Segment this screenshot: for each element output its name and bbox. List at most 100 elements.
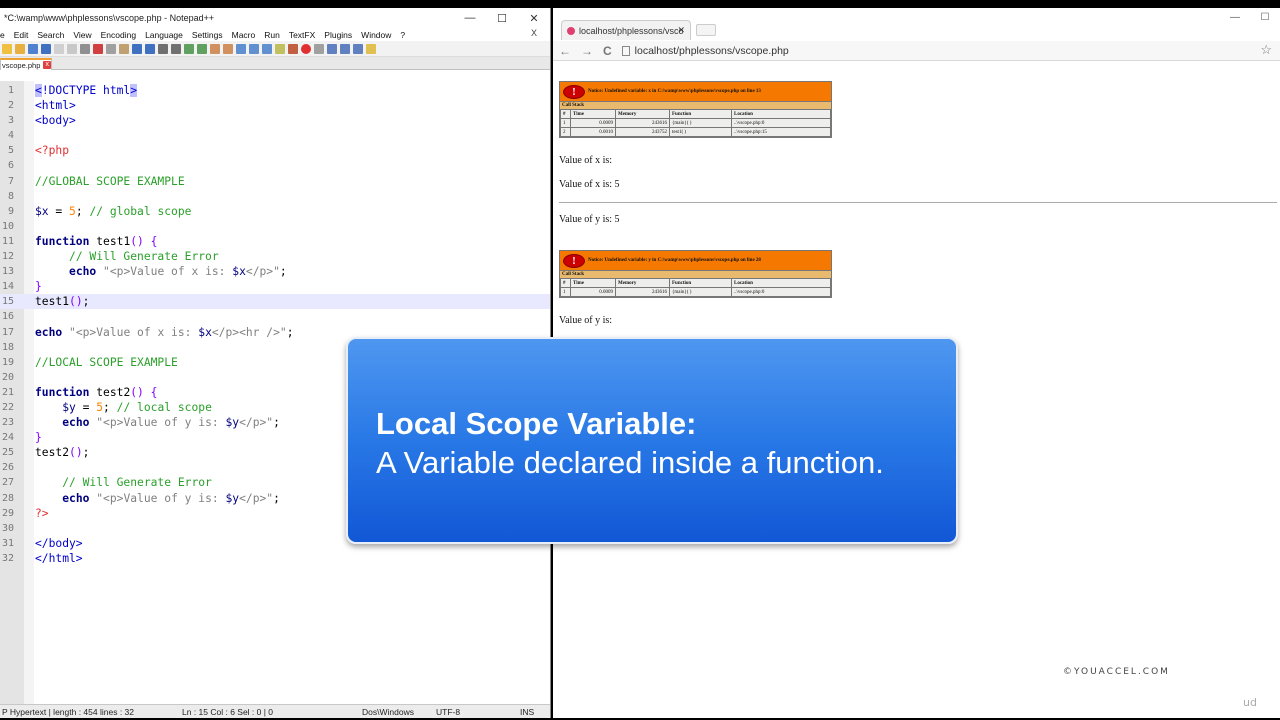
menu-help[interactable]: ?: [400, 30, 405, 40]
udl-icon[interactable]: [275, 43, 285, 54]
status-position: Ln : 15 Col : 6 Sel : 0 | 0: [182, 707, 274, 717]
menu-plugins[interactable]: Plugins: [324, 30, 352, 40]
zoom-out-icon[interactable]: [197, 43, 207, 54]
code-line: 3 <body>: [7, 114, 76, 128]
cell: 0.0009: [570, 118, 616, 128]
forward-arrow-icon[interactable]: →: [581, 44, 593, 58]
menu-edit[interactable]: Edit: [14, 30, 29, 40]
code-line: 9 $x = 5; // global scope: [7, 204, 192, 218]
code-line: 32 </html>: [1, 551, 83, 565]
play-macro-icon[interactable]: [327, 43, 337, 54]
code-line: 5 <?php: [7, 144, 70, 158]
indent-guide-icon[interactable]: [262, 43, 272, 54]
menu-macro[interactable]: Macro: [232, 30, 256, 40]
back-arrow-icon[interactable]: ←: [559, 44, 571, 58]
close-button[interactable]: ✕: [518, 8, 550, 28]
wrap-icon[interactable]: [236, 43, 246, 54]
table-row: 1 0.0009 243616 {main}( ) ..\vscope.php:…: [560, 287, 831, 297]
menu-search[interactable]: Search: [37, 30, 64, 40]
plugin-icon[interactable]: [366, 43, 376, 54]
notepad-menubar: e Edit Search View Encoding Language Set…: [0, 28, 550, 41]
run-macro-multiple-icon[interactable]: [340, 43, 350, 54]
code-line: 4: [7, 130, 14, 142]
call-stack-table: # Time Memory Function Location 1 0.0009…: [560, 278, 831, 297]
all-chars-icon[interactable]: [249, 43, 259, 54]
code-line: 10: [1, 220, 14, 232]
close-file-icon[interactable]: [54, 43, 64, 54]
col-header: #: [560, 278, 571, 288]
callout-heading: Local Scope Variable:: [376, 406, 697, 441]
zoom-in-icon[interactable]: [184, 43, 194, 54]
open-file-icon[interactable]: [15, 43, 25, 54]
browser-tab[interactable]: localhost/phplessons/vsco ✕: [561, 20, 691, 40]
redo-icon[interactable]: [145, 43, 155, 54]
sync-v-icon[interactable]: [210, 43, 220, 54]
menu-settings[interactable]: Settings: [192, 30, 223, 40]
notepad-tabbar: vscope.php x: [0, 57, 550, 70]
menu-encoding[interactable]: Encoding: [101, 30, 136, 40]
notepad-statusbar: P Hypertext | length : 454 lines : 32 Ln…: [0, 704, 550, 718]
tab-label: vscope.php: [2, 60, 41, 70]
menu-textfx[interactable]: TextFX: [289, 30, 315, 40]
print-icon[interactable]: [80, 43, 90, 54]
maximize-button[interactable]: ☐: [486, 8, 518, 28]
new-tab-button[interactable]: [696, 24, 716, 36]
error-icon: !: [563, 253, 585, 268]
output-x-five: Value of x is: 5: [559, 179, 620, 190]
col-header: Time: [570, 109, 616, 119]
cell: ..\vscope.php:0: [731, 287, 831, 297]
browser-maximize-button[interactable]: ☐: [1250, 8, 1280, 26]
cut-icon[interactable]: [93, 43, 103, 54]
favicon-icon: [567, 26, 575, 35]
youaccel-watermark: ©YOUACCEL.COM: [1063, 667, 1170, 677]
col-header: Location: [731, 278, 831, 288]
close-all-icon[interactable]: [67, 43, 77, 54]
code-line: 11 function test1() {: [1, 234, 158, 248]
reload-icon[interactable]: C: [603, 44, 612, 58]
minimize-button[interactable]: —: [454, 8, 486, 28]
save-all-icon[interactable]: [41, 43, 51, 54]
undo-icon[interactable]: [132, 43, 142, 54]
code-line: 12 // Will Generate Error: [1, 250, 219, 264]
doc-map-icon[interactable]: [288, 43, 298, 54]
menu-run[interactable]: Run: [264, 30, 280, 40]
output-y-five: Value of y is: 5: [559, 214, 620, 225]
col-header: Location: [731, 109, 831, 119]
stop-macro-icon[interactable]: [314, 43, 324, 54]
code-line: 7//GLOBAL SCOPE EXAMPLE: [7, 174, 185, 188]
address-bar[interactable]: localhost/phplessons/vscope.php: [621, 45, 789, 57]
browser-toolbar: ← → C localhost/phplessons/vscope.php ☆: [553, 41, 1280, 61]
menu-file[interactable]: e: [0, 30, 5, 40]
code-line: 13 echo "<p>Value of x is: $x</p>";: [1, 265, 287, 279]
sync-h-icon[interactable]: [223, 43, 233, 54]
tab-vscope[interactable]: vscope.php x: [0, 58, 52, 70]
udemy-mark: ud: [1243, 696, 1257, 709]
menu-close-icon[interactable]: X: [531, 28, 537, 38]
browser-minimize-button[interactable]: —: [1220, 8, 1250, 26]
cell: 1: [560, 118, 571, 128]
find-icon[interactable]: [158, 43, 168, 54]
save-macro-icon[interactable]: [353, 43, 363, 54]
notepad-toolbar: [0, 41, 550, 57]
paste-icon[interactable]: [119, 43, 129, 54]
menu-view[interactable]: View: [73, 30, 91, 40]
col-header: Time: [570, 278, 616, 288]
status-eol: Dos\Windows: [362, 707, 414, 717]
error-header: ! Notice: Undefined variable: x in C:\wa…: [560, 82, 831, 101]
menu-window[interactable]: Window: [361, 30, 391, 40]
save-icon[interactable]: [28, 43, 38, 54]
bookmark-star-icon[interactable]: ☆: [1260, 42, 1272, 58]
col-header: #: [560, 109, 571, 119]
copy-icon[interactable]: [106, 43, 116, 54]
replace-icon[interactable]: [171, 43, 181, 54]
table-row: 1 0.0009 243616 {main}( ) ..\vscope.php:…: [560, 118, 831, 128]
record-macro-icon[interactable]: [301, 43, 311, 54]
status-encoding: UTF-8: [436, 707, 461, 717]
error-icon: !: [563, 84, 585, 99]
tab-close-icon[interactable]: x: [43, 61, 51, 69]
menu-language[interactable]: Language: [145, 30, 183, 40]
cell: ..\vscope.php:15: [731, 127, 831, 137]
new-file-icon[interactable]: [2, 43, 12, 54]
status-filetype: P Hypertext | length : 454 lines : 32: [2, 707, 134, 717]
tab-close-icon[interactable]: ✕: [677, 25, 685, 36]
